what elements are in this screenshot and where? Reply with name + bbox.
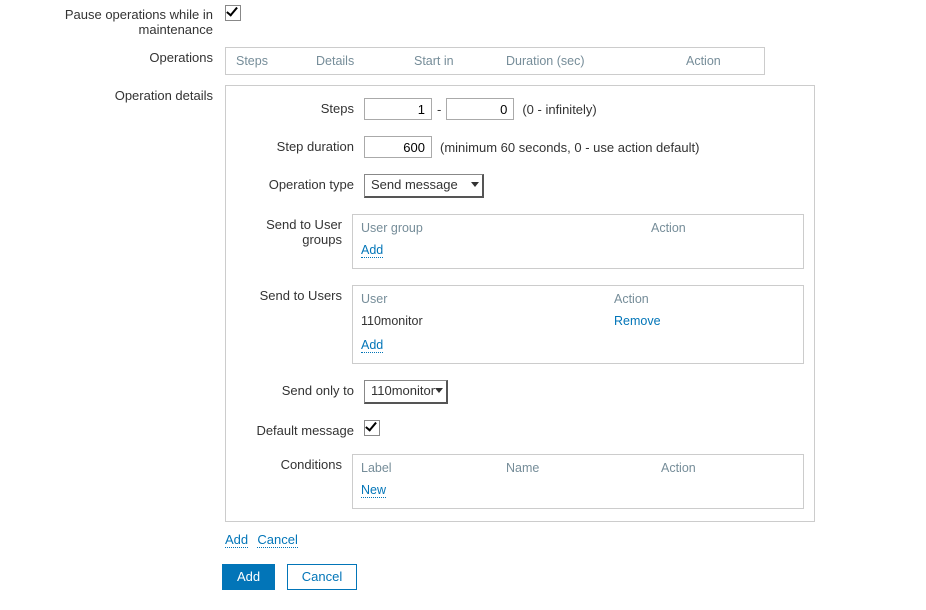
users-add-link[interactable]: Add — [361, 338, 383, 353]
user-groups-col-group: User group — [361, 221, 651, 235]
operation-type-label: Operation type — [236, 174, 364, 192]
conditions-col-action: Action — [661, 461, 696, 475]
inline-add-link[interactable]: Add — [225, 533, 248, 548]
steps-label: Steps — [236, 98, 364, 116]
send-user-groups-label: Send to User groups — [236, 214, 352, 247]
users-row-name: 110monitor — [361, 314, 614, 328]
users-row-remove-link[interactable]: Remove — [614, 314, 661, 328]
inline-cancel-link[interactable]: Cancel — [257, 533, 297, 548]
send-only-to-label: Send only to — [236, 380, 364, 398]
default-message-checkbox[interactable] — [364, 420, 380, 436]
send-only-to-value: 110monitor — [371, 383, 435, 398]
users-col-action: Action — [614, 292, 649, 306]
step-duration-hint: (minimum 60 seconds, 0 - use action defa… — [440, 140, 699, 155]
conditions-col-label: Label — [361, 461, 506, 475]
ops-col-startin: Start in — [414, 54, 506, 68]
ops-col-details: Details — [316, 54, 414, 68]
conditions-table: Label Name Action New — [352, 454, 804, 509]
pause-operations-label: Pause operations while in maintenance — [4, 4, 225, 37]
footer-buttons: Add Cancel — [222, 564, 926, 590]
steps-dash: - — [437, 102, 441, 117]
conditions-col-name: Name — [506, 461, 661, 475]
operation-details-panel: Steps - (0 - infinitely) Step duration (… — [225, 85, 815, 522]
users-table: User Action 110monitor Remove Add — [352, 285, 804, 364]
user-groups-add-link[interactable]: Add — [361, 243, 383, 258]
operation-details-label: Operation details — [4, 85, 225, 103]
operation-type-select[interactable]: Send message — [364, 174, 484, 198]
ops-col-action: Action — [686, 54, 721, 68]
steps-from-input[interactable] — [364, 98, 432, 120]
ops-col-steps: Steps — [236, 54, 316, 68]
steps-to-input[interactable] — [446, 98, 514, 120]
conditions-new-link[interactable]: New — [361, 483, 386, 498]
operation-type-value: Send message — [371, 177, 458, 192]
default-message-label: Default message — [236, 420, 364, 438]
cancel-button[interactable]: Cancel — [287, 564, 357, 590]
users-row: 110monitor Remove — [361, 314, 795, 328]
send-users-label: Send to Users — [236, 285, 352, 303]
add-button[interactable]: Add — [222, 564, 275, 590]
user-groups-table: User group Action Add — [352, 214, 804, 269]
ops-col-duration: Duration (sec) — [506, 54, 686, 68]
user-groups-col-action: Action — [651, 221, 686, 235]
pause-operations-checkbox[interactable] — [225, 5, 241, 21]
step-duration-input[interactable] — [364, 136, 432, 158]
steps-hint: (0 - infinitely) — [522, 102, 596, 117]
operations-label: Operations — [4, 47, 225, 65]
send-only-to-select[interactable]: 110monitor — [364, 380, 448, 404]
step-duration-label: Step duration — [236, 136, 364, 154]
users-col-user: User — [361, 292, 614, 306]
chevron-down-icon — [435, 388, 443, 393]
operations-table: Steps Details Start in Duration (sec) Ac… — [225, 47, 765, 75]
chevron-down-icon — [471, 182, 479, 187]
conditions-label: Conditions — [236, 454, 352, 472]
